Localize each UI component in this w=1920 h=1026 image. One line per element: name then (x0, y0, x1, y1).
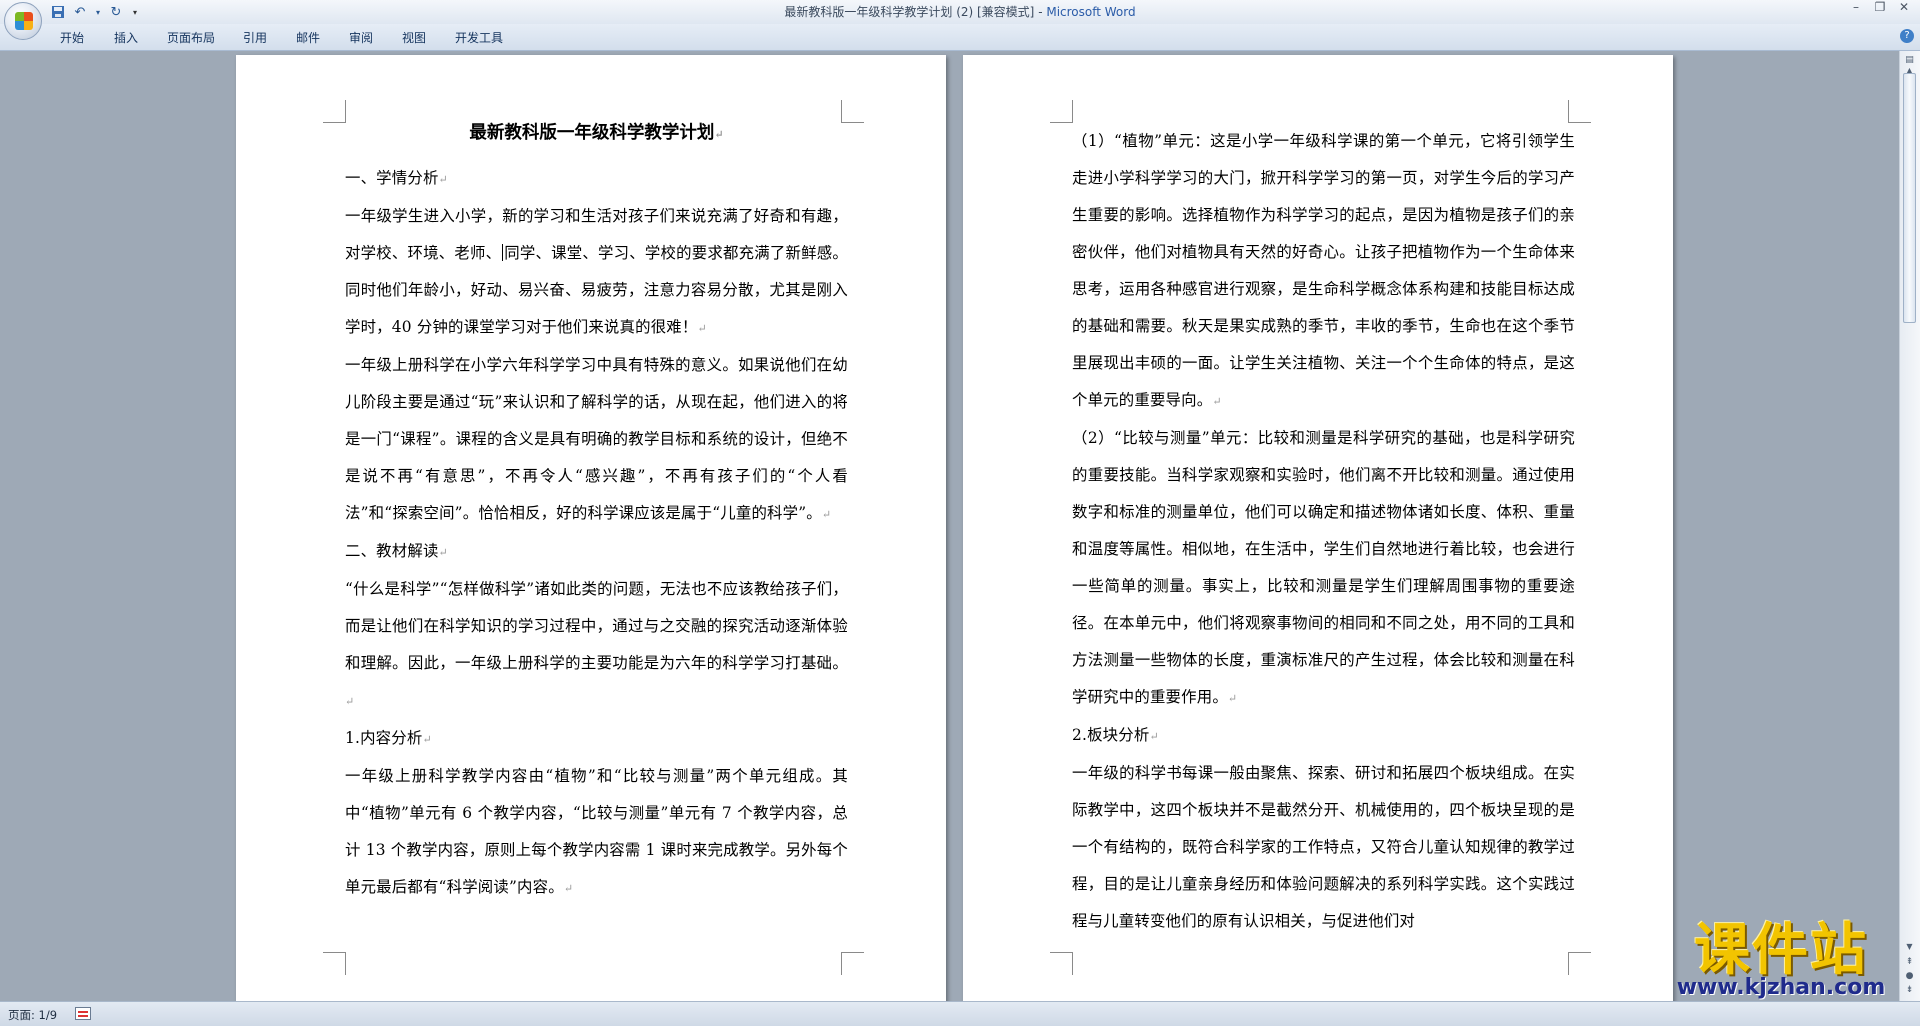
paragraph: 一年级上册科学教学内容由“植物”和“比较与测量”两个单元组成。其中“植物”单元有… (345, 767, 848, 896)
document-title: 最新教科版一年级科学教学计划↵ (469, 123, 724, 143)
window-title: 最新教科版一年级科学教学计划 (2) [兼容模式] - Microsoft Wo… (784, 5, 1136, 19)
crop-mark (1568, 952, 1591, 975)
paragraph: （1）“植物”单元：这是小学一年级科学课的第一个单元，它将引领学生走进小学科学学… (1072, 132, 1575, 409)
watermark-url: www.kjzhan.com (1676, 975, 1886, 1000)
paragraph: “什么是科学”“怎样做科学”诸如此类的问题，无法也不应该教给孩子们，而是让他们在… (345, 580, 848, 708)
previous-page-icon[interactable]: ⇞ (1902, 955, 1917, 970)
tab-view[interactable]: 视图 (402, 29, 426, 46)
tab-page-layout[interactable]: 页面布局 (167, 29, 215, 46)
page-2-text[interactable]: （1）“植物”单元：这是小学一年级科学课的第一个单元，它将引领学生走进小学科学学… (1072, 123, 1575, 940)
document-area: 最新教科版一年级科学教学计划↵ 一、学情分析↵ 一年级学生进入小学，新的学习和生… (0, 51, 1900, 1001)
help-icon[interactable]: ? (1900, 29, 1914, 43)
document-page-1[interactable]: 最新教科版一年级科学教学计划↵ 一、学情分析↵ 一年级学生进入小学，新的学习和生… (236, 55, 946, 1001)
tab-references[interactable]: 引用 (243, 29, 267, 46)
title-bar: ↶ ▾ ↻ ▾ 最新教科版一年级科学教学计划 (2) [兼容模式] - Micr… (0, 0, 1920, 24)
office-button[interactable] (4, 2, 42, 40)
browse-object-icon[interactable]: ● (1902, 969, 1917, 984)
paragraph: 一年级的科学书每课一般由聚焦、探索、研讨和拓展四个板块组成。在实际教学中，这四个… (1072, 764, 1575, 930)
watermark: 课件站 www.kjzhan.com (1666, 922, 1896, 1002)
proofing-icon[interactable] (75, 1007, 91, 1020)
crop-mark (323, 952, 346, 975)
heading-section-analysis: 2.板块分析↵ (1072, 726, 1159, 744)
tab-insert[interactable]: 插入 (114, 29, 138, 46)
page-1-text[interactable]: 最新教科版一年级科学教学计划↵ 一、学情分析↵ 一年级学生进入小学，新的学习和生… (345, 121, 848, 907)
heading-content-analysis: 1.内容分析↵ (345, 729, 432, 747)
next-page-icon[interactable]: ⇟ (1902, 983, 1917, 998)
scroll-down-icon[interactable]: ▼ (1902, 939, 1917, 954)
crop-mark (841, 100, 864, 123)
heading-textbook-analysis: 二、教材解读↵ (345, 542, 448, 560)
office-button-icon (15, 12, 33, 30)
watermark-logo-text: 课件站 (1694, 918, 1868, 983)
ribbon-tabs: 开始 插入 页面布局 引用 邮件 审阅 视图 开发工具 (0, 24, 1920, 51)
page-indicator[interactable]: 页面: 1/9 (8, 1007, 57, 1023)
tab-review[interactable]: 审阅 (349, 29, 373, 46)
crop-mark (841, 952, 864, 975)
tab-home[interactable]: 开始 (60, 29, 84, 46)
window-controls: – ❐ ✕ (1844, 0, 1916, 16)
paragraph: 一年级学生进入小学，新的学习和生活对孩子们来说充满了好奇和有趣，对学校、环境、老… (345, 207, 848, 336)
crop-mark (1050, 100, 1073, 123)
heading-student-analysis: 一、学情分析↵ (345, 169, 448, 187)
vertical-scrollbar[interactable]: ▤ ▲ ▼ ⇞ ● ⇟ (1899, 51, 1920, 1001)
crop-mark (1050, 952, 1073, 975)
minimize-icon[interactable]: – (1844, 0, 1868, 16)
crop-mark (1568, 100, 1591, 123)
document-page-2[interactable]: （1）“植物”单元：这是小学一年级科学课的第一个单元，它将引领学生走进小学科学学… (963, 55, 1673, 1001)
status-bar: 页面: 1/9 (0, 1001, 1920, 1026)
restore-icon[interactable]: ❐ (1868, 0, 1892, 16)
paragraph: （2）“比较与测量”单元：比较和测量是科学研究的基础，也是科学研究的重要技能。当… (1072, 429, 1575, 706)
tab-developer[interactable]: 开发工具 (455, 29, 503, 46)
scroll-thumb[interactable] (1903, 73, 1916, 323)
close-icon[interactable]: ✕ (1892, 0, 1916, 16)
crop-mark (323, 100, 346, 123)
tab-mailings[interactable]: 邮件 (296, 29, 320, 46)
paragraph: 一年级上册科学在小学六年科学学习中具有特殊的意义。如果说他们在幼儿阶段主要是通过… (345, 356, 848, 522)
